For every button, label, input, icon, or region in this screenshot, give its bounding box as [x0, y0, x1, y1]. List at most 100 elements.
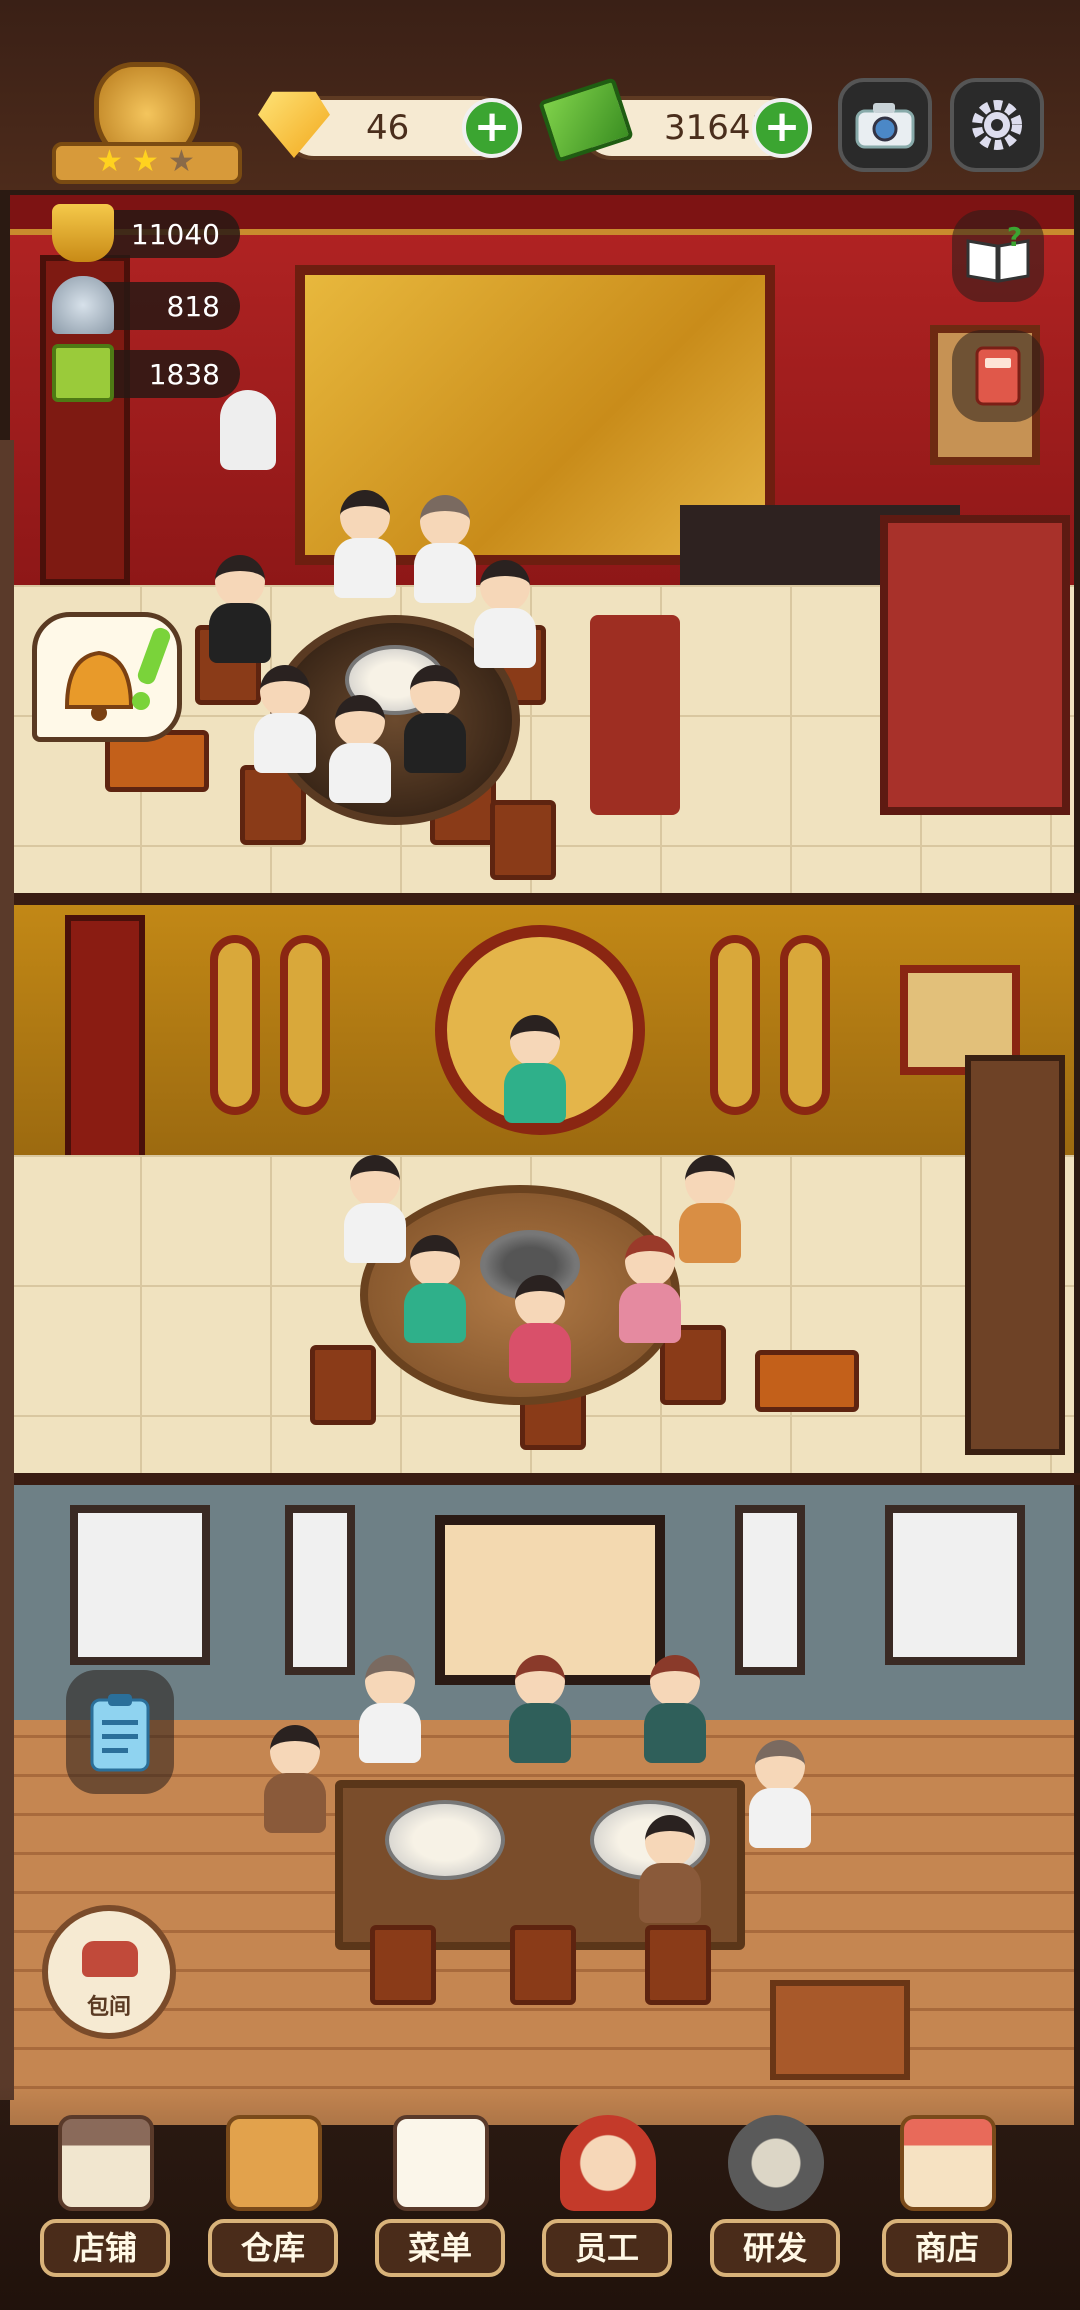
- camera-button[interactable]: [838, 78, 932, 172]
- stat-dishes-value: 818: [166, 290, 220, 323]
- nav-menu-plate: 菜单: [375, 2219, 505, 2277]
- stat-recipes: 1838: [52, 344, 240, 402]
- chair: [645, 1925, 711, 2005]
- task-list-button[interactable]: [66, 1670, 174, 1794]
- nav-store-plate: 店铺: [40, 2219, 170, 2277]
- camera-icon: [855, 103, 915, 149]
- gem-count: 46: [366, 108, 410, 148]
- ink-painting: [70, 1505, 210, 1665]
- book-question-icon: ?: [966, 226, 1030, 283]
- customer[interactable]: [250, 665, 320, 775]
- customer[interactable]: [640, 1655, 710, 1765]
- customer[interactable]: [500, 1015, 570, 1125]
- customer[interactable]: [205, 555, 275, 665]
- customer[interactable]: [400, 665, 470, 775]
- vase-decor: [220, 390, 276, 470]
- nav-shop[interactable]: 商店: [872, 2115, 1022, 2295]
- stat-money-value: 11040: [130, 218, 220, 251]
- notebook-icon: [975, 346, 1021, 406]
- star-empty-icon: ★: [168, 144, 195, 179]
- star-icon: ★: [96, 144, 123, 179]
- wall-panel: [280, 935, 330, 1115]
- money-bowl-icon: [52, 204, 114, 262]
- chair: [510, 1925, 576, 2005]
- customer[interactable]: [615, 1235, 685, 1345]
- nav-research[interactable]: 研发: [700, 2115, 850, 2295]
- side-table: [770, 1980, 910, 2080]
- stat-recipes-value: 1838: [148, 358, 220, 391]
- ink-painting: [735, 1505, 805, 1675]
- customer[interactable]: [330, 490, 400, 600]
- customer[interactable]: [635, 1815, 705, 1925]
- game-screen: ★ ★ ★ 46 + 31641 + 11040 818 1838 ? 包间 店…: [0, 0, 1080, 2310]
- nav-shop-plate: 商店: [882, 2219, 1012, 2277]
- settings-button[interactable]: [950, 78, 1044, 172]
- customer[interactable]: [505, 1275, 575, 1385]
- private-room-label: 包间: [86, 1995, 131, 2020]
- chair: [310, 1345, 376, 1425]
- staff-waitress-icon: [560, 2115, 656, 2211]
- bottom-navigation: 店铺 仓库 菜单 员工 研发 商店: [0, 2085, 1080, 2310]
- rug: [590, 615, 680, 815]
- svg-text:?: ?: [1007, 226, 1022, 253]
- customer[interactable]: [745, 1740, 815, 1850]
- nav-research-label: 研发: [742, 2229, 807, 2267]
- nav-warehouse[interactable]: 仓库: [198, 2115, 348, 2295]
- boxes-icon: [226, 2115, 322, 2211]
- nav-warehouse-plate: 仓库: [208, 2219, 338, 2277]
- customer[interactable]: [675, 1155, 745, 1265]
- customer[interactable]: [355, 1655, 425, 1765]
- air-conditioner: [65, 915, 145, 1185]
- floor-divider: [0, 893, 1080, 905]
- hotpot: [385, 1800, 505, 1880]
- nav-store-label: 店铺: [72, 2229, 137, 2267]
- storefront-icon: [900, 2115, 996, 2211]
- wall-panel: [710, 935, 760, 1115]
- chair: [370, 1925, 436, 2005]
- dish-cloche-icon: [52, 276, 114, 334]
- add-cash-button[interactable]: +: [752, 98, 812, 158]
- floor-divider: [0, 1473, 1080, 1485]
- customer[interactable]: [505, 1655, 575, 1765]
- customer[interactable]: [260, 1725, 330, 1835]
- sofa-icon: [82, 1941, 138, 1977]
- pagoda-pillar: [0, 440, 14, 2100]
- restaurant-level-badge[interactable]: ★ ★ ★: [52, 62, 242, 192]
- nav-menu-label: 菜单: [407, 2229, 472, 2267]
- service-bell-notification[interactable]: [32, 612, 182, 742]
- shop-building-icon: [58, 2115, 154, 2211]
- wall-panel: [780, 935, 830, 1115]
- nav-staff-plate: 员工: [542, 2219, 672, 2277]
- nav-menu[interactable]: 菜单: [365, 2115, 515, 2295]
- tea-shelf: [965, 1055, 1065, 1455]
- add-gems-button[interactable]: +: [462, 98, 522, 158]
- help-book-button[interactable]: ?: [952, 210, 1044, 302]
- private-room-button[interactable]: 包间: [42, 1905, 176, 2039]
- customer[interactable]: [470, 560, 540, 670]
- customer[interactable]: [325, 695, 395, 805]
- gear-icon: [972, 100, 1022, 150]
- stat-dishes: 818: [52, 276, 240, 334]
- nav-research-plate: 研发: [710, 2219, 840, 2277]
- nav-staff-label: 员工: [574, 2229, 639, 2267]
- wok-icon: [728, 2115, 824, 2211]
- nav-warehouse-label: 仓库: [240, 2229, 305, 2267]
- clipboard-menu-icon: [393, 2115, 489, 2211]
- notebook-button[interactable]: [952, 330, 1044, 422]
- nav-store[interactable]: 店铺: [30, 2115, 180, 2295]
- wall-panel: [210, 935, 260, 1115]
- folding-screen: [880, 515, 1070, 815]
- bell-alert-icon: [64, 627, 171, 721]
- menu-book-icon: [52, 344, 114, 402]
- star-icon: ★: [132, 144, 159, 179]
- nav-staff[interactable]: 员工: [532, 2115, 682, 2295]
- dining-room-private[interactable]: [10, 1485, 1074, 2125]
- customer[interactable]: [400, 1235, 470, 1345]
- clipboard-icon: [90, 1694, 150, 1772]
- stool: [755, 1350, 859, 1412]
- ink-painting: [285, 1505, 355, 1675]
- chair: [490, 800, 556, 880]
- dining-room-gold-hall[interactable]: [10, 905, 1074, 1475]
- nav-shop-label: 商店: [914, 2229, 979, 2267]
- ink-painting: [885, 1505, 1025, 1665]
